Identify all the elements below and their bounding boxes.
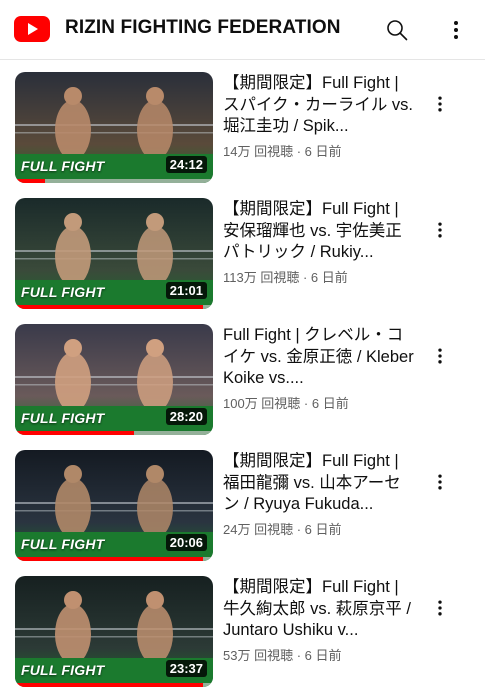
video-title[interactable]: 【期間限定】Full Fight | 牛久絢太郎 vs. 萩原京平 / Junt…: [223, 577, 415, 642]
video-stats: 14万 回視聴 · 6 日前: [223, 141, 415, 160]
video-title[interactable]: Full Fight | クレベル・コイケ vs. 金原正徳 / Kleber …: [223, 325, 415, 390]
channel-title: RIZIN FIGHTING FEDERATION: [65, 17, 341, 38]
video-item[interactable]: FULL FIGHT 24:12 【期間限定】Full Fight | スパイク…: [0, 60, 485, 183]
separator-dot: ·: [293, 143, 305, 159]
watch-progress-bar: [15, 179, 45, 183]
separator-dot: ·: [293, 647, 305, 663]
play-triangle: [28, 23, 38, 35]
more-vertical-icon: [438, 222, 442, 238]
video-meta: 【期間限定】Full Fight | 牛久絢太郎 vs. 萩原京平 / Junt…: [223, 577, 415, 664]
video-item[interactable]: FULL FIGHT 20:06 【期間限定】Full Fight | 福田龍彌…: [0, 438, 485, 561]
duration-badge: 28:20: [165, 408, 207, 425]
upload-age: 6 日前: [304, 521, 342, 537]
full-fight-tag: FULL FIGHT: [21, 410, 105, 426]
view-count: 14万 回視聴: [223, 143, 294, 159]
more-vertical-icon: [454, 21, 458, 39]
more-vertical-icon: [438, 474, 442, 490]
video-options-button[interactable]: [426, 216, 454, 244]
video-options-button[interactable]: [426, 342, 454, 370]
video-meta: Full Fight | クレベル・コイケ vs. 金原正徳 / Kleber …: [223, 325, 415, 412]
video-item[interactable]: FULL FIGHT 23:37 【期間限定】Full Fight | 牛久絢太…: [0, 564, 485, 687]
video-stats: 53万 回視聴 · 6 日前: [223, 645, 415, 664]
duration-badge: 23:37: [165, 660, 207, 677]
upload-age: 6 日前: [304, 143, 342, 159]
video-meta: 【期間限定】Full Fight | 福田龍彌 vs. 山本アーセン / Ryu…: [223, 451, 415, 538]
more-vertical-icon: [438, 348, 442, 364]
view-count: 24万 回視聴: [223, 521, 294, 537]
video-item[interactable]: FULL FIGHT 21:01 【期間限定】Full Fight | 安保瑠輝…: [0, 186, 485, 309]
video-options-button[interactable]: [426, 90, 454, 118]
full-fight-tag: FULL FIGHT: [21, 536, 105, 552]
watch-progress-bar: [15, 557, 204, 561]
separator-dot: ·: [299, 269, 311, 285]
video-stats: 24万 回視聴 · 6 日前: [223, 519, 415, 538]
upload-age: 6 日前: [304, 647, 342, 663]
video-meta: 【期間限定】Full Fight | スパイク・カーライル vs. 堀江圭功 /…: [223, 73, 415, 160]
watch-progress-bar: [15, 431, 134, 435]
upload-age: 6 日前: [310, 269, 348, 285]
search-button[interactable]: [381, 14, 413, 46]
video-stats: 113万 回視聴 · 6 日前: [223, 267, 415, 286]
search-icon: [387, 20, 408, 41]
video-meta: 【期間限定】Full Fight | 安保瑠輝也 vs. 宇佐美正パトリック /…: [223, 199, 415, 286]
video-options-button[interactable]: [426, 594, 454, 622]
video-stats: 100万 回視聴 · 6 日前: [223, 393, 415, 412]
watch-progress-bar: [15, 305, 204, 309]
youtube-logo-icon[interactable]: [14, 16, 50, 42]
separator-dot: ·: [300, 395, 312, 411]
duration-badge: 24:12: [165, 156, 207, 173]
app-header: RIZIN FIGHTING FEDERATION: [0, 0, 485, 60]
full-fight-tag: FULL FIGHT: [21, 158, 105, 174]
watch-progress-track: [15, 179, 213, 183]
duration-badge: 21:01: [165, 282, 207, 299]
video-title[interactable]: 【期間限定】Full Fight | 福田龍彌 vs. 山本アーセン / Ryu…: [223, 451, 415, 516]
upload-age: 6 日前: [311, 395, 349, 411]
video-thumbnail[interactable]: FULL FIGHT 23:37: [15, 576, 213, 687]
full-fight-tag: FULL FIGHT: [21, 284, 105, 300]
view-count: 53万 回視聴: [223, 647, 294, 663]
video-thumbnail[interactable]: FULL FIGHT 24:12: [15, 72, 213, 183]
view-count: 113万 回視聴: [223, 269, 300, 285]
video-title[interactable]: 【期間限定】Full Fight | 安保瑠輝也 vs. 宇佐美正パトリック /…: [223, 199, 415, 264]
view-count: 100万 回視聴: [223, 395, 301, 411]
separator-dot: ·: [293, 521, 305, 537]
video-item[interactable]: FULL FIGHT 28:20 Full Fight | クレベル・コイケ v…: [0, 312, 485, 435]
video-title[interactable]: 【期間限定】Full Fight | スパイク・カーライル vs. 堀江圭功 /…: [223, 73, 415, 138]
watch-progress-bar: [15, 683, 204, 687]
video-thumbnail[interactable]: FULL FIGHT 21:01: [15, 198, 213, 309]
more-options-button[interactable]: [440, 14, 472, 46]
more-vertical-icon: [438, 600, 442, 616]
video-thumbnail[interactable]: FULL FIGHT 28:20: [15, 324, 213, 435]
video-thumbnail[interactable]: FULL FIGHT 20:06: [15, 450, 213, 561]
full-fight-tag: FULL FIGHT: [21, 662, 105, 678]
more-vertical-icon: [438, 96, 442, 112]
video-options-button[interactable]: [426, 468, 454, 496]
duration-badge: 20:06: [165, 534, 207, 551]
